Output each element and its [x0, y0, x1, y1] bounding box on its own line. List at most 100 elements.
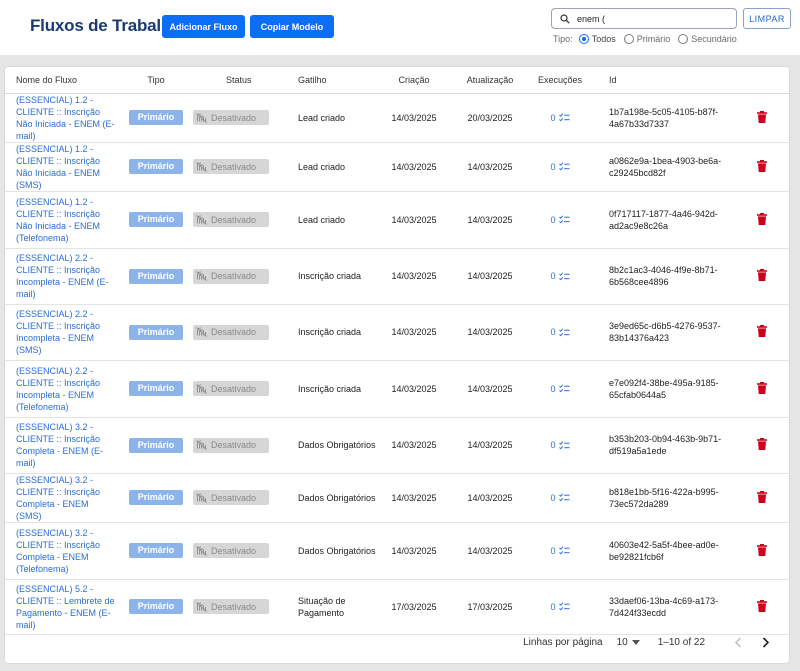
type-badge: Primário — [129, 212, 183, 227]
executions-link[interactable]: 0 — [550, 546, 569, 556]
checklist-icon — [558, 546, 569, 555]
executions-link[interactable]: 0 — [550, 113, 569, 123]
caret-down-icon — [631, 639, 640, 645]
disabled-icon — [196, 601, 207, 612]
table-row[interactable]: (ESSENCIAL) 3.2 - CLIENTE :: Inscrição C… — [5, 417, 789, 474]
id-cell: 8b2c1ac3-4046-4f9e-8b71-6b568cee4896 — [592, 248, 734, 305]
delete-button[interactable] — [756, 110, 767, 125]
executions-link[interactable]: 0 — [550, 440, 569, 450]
flow-name-cell: (ESSENCIAL) 1.2 - CLIENTE :: Inscrição N… — [5, 142, 119, 192]
actions-cell — [734, 417, 789, 474]
id-cell: b818e1bb-5f16-422a-b995-73ec572da289 — [592, 473, 734, 523]
executions-link[interactable]: 0 — [550, 384, 569, 394]
filter-option-primario[interactable]: Primário — [623, 34, 671, 44]
executions-cell: 0 — [528, 360, 592, 418]
rows-per-page-select[interactable]: 10 — [617, 637, 640, 648]
executions-link[interactable]: 0 — [550, 215, 569, 225]
trigger-cell: Lead criado — [292, 191, 376, 249]
actions-cell — [734, 360, 789, 418]
column-header-updated[interactable]: Atualização — [452, 67, 528, 94]
executions-link[interactable]: 0 — [550, 327, 569, 337]
radio-selected-icon[interactable] — [578, 34, 589, 44]
delete-button[interactable] — [756, 212, 767, 227]
column-header-trigger[interactable]: Gatilho — [292, 67, 376, 94]
flow-name-link[interactable]: (ESSENCIAL) 2.2 - CLIENTE :: Inscrição I… — [16, 365, 116, 413]
delete-button[interactable] — [756, 159, 767, 174]
page-header: Fluxos de Trabalho Adicionar Fluxo Copia… — [0, 0, 800, 55]
delete-button[interactable] — [756, 599, 767, 614]
column-header-created[interactable]: Criação — [376, 67, 452, 94]
column-header-name[interactable]: Nome do Fluxo — [5, 67, 119, 94]
flow-name-link[interactable]: (ESSENCIAL) 1.2 - CLIENTE :: Inscrição N… — [16, 143, 116, 191]
status-badge: Desativado — [193, 437, 269, 453]
status-label: Desativado — [211, 440, 257, 450]
table-row[interactable]: (ESSENCIAL) 2.2 - CLIENTE :: Inscrição I… — [5, 360, 789, 418]
table-row[interactable]: (ESSENCIAL) 3.2 - CLIENTE :: Inscrição C… — [5, 473, 789, 523]
status-cell: Desativado — [193, 417, 292, 474]
flow-name-link[interactable]: (ESSENCIAL) 3.2 - CLIENTE :: Inscrição C… — [16, 421, 116, 469]
type-badge: Primário — [129, 381, 183, 396]
status-label: Desativado — [211, 383, 257, 394]
flow-name-cell: (ESSENCIAL) 3.2 - CLIENTE :: Inscrição C… — [5, 473, 119, 523]
updated-cell: 14/03/2025 — [452, 360, 528, 418]
filter-option-secundario[interactable]: Secundário — [678, 34, 737, 44]
disabled-icon — [196, 214, 207, 225]
type-cell: Primário — [119, 93, 193, 143]
search-input[interactable] — [577, 13, 727, 24]
table-row[interactable]: (ESSENCIAL) 2.2 - CLIENTE :: Inscrição I… — [5, 248, 789, 305]
flow-name-link[interactable]: (ESSENCIAL) 2.2 - CLIENTE :: Inscrição I… — [16, 308, 116, 356]
clear-button[interactable]: LIMPAR — [743, 8, 791, 29]
actions-cell — [734, 473, 789, 523]
flow-name-link[interactable]: (ESSENCIAL) 1.2 - CLIENTE :: Inscrição N… — [16, 196, 116, 244]
next-page-button[interactable] — [759, 635, 773, 649]
executions-count: 0 — [550, 492, 556, 503]
checklist-icon — [558, 493, 569, 502]
flow-name-link[interactable]: (ESSENCIAL) 1.2 - CLIENTE :: Inscrição N… — [16, 94, 116, 142]
status-cell: Desativado — [193, 304, 292, 361]
flow-name-cell: (ESSENCIAL) 3.2 - CLIENTE :: Inscrição C… — [5, 417, 119, 474]
created-cell: 14/03/2025 — [376, 360, 452, 418]
status-label: Desativado — [211, 492, 257, 503]
table-row[interactable]: (ESSENCIAL) 1.2 - CLIENTE :: Inscrição N… — [5, 191, 789, 249]
previous-page-button[interactable] — [731, 635, 745, 649]
flow-name-link[interactable]: (ESSENCIAL) 3.2 - CLIENTE :: Inscrição C… — [16, 474, 116, 522]
filter-option-todos[interactable]: Todos — [578, 34, 616, 44]
radio-icon[interactable] — [678, 34, 689, 44]
column-header-status[interactable]: Status — [193, 67, 292, 94]
table-row[interactable]: (ESSENCIAL) 1.2 - CLIENTE :: Inscrição N… — [5, 93, 789, 143]
table-row[interactable]: (ESSENCIAL) 3.2 - CLIENTE :: Inscrição C… — [5, 522, 789, 580]
status-label: Desativado — [211, 545, 257, 556]
table-row[interactable]: (ESSENCIAL) 1.2 - CLIENTE :: Inscrição N… — [5, 142, 789, 192]
executions-cell: 0 — [528, 191, 592, 249]
executions-link[interactable]: 0 — [550, 162, 569, 172]
executions-count: 0 — [550, 327, 556, 337]
executions-link[interactable]: 0 — [550, 602, 569, 612]
status-label: Desativado — [211, 601, 257, 612]
add-flow-button[interactable]: Adicionar Fluxo — [162, 15, 245, 38]
search-box[interactable] — [551, 8, 737, 29]
flow-name-link[interactable]: (ESSENCIAL) 2.2 - CLIENTE :: Inscrição I… — [16, 252, 116, 300]
delete-button[interactable] — [756, 269, 767, 283]
radio-icon[interactable] — [623, 34, 634, 44]
delete-button[interactable] — [756, 438, 767, 452]
flow-name-link[interactable]: (ESSENCIAL) 3.2 - CLIENTE :: Inscrição C… — [16, 527, 116, 575]
delete-button[interactable] — [756, 543, 767, 558]
delete-button[interactable] — [756, 325, 767, 339]
flow-name-cell: (ESSENCIAL) 2.2 - CLIENTE :: Inscrição I… — [5, 304, 119, 361]
executions-link[interactable]: 0 — [550, 271, 569, 281]
column-header-actions — [734, 67, 789, 94]
column-header-executions[interactable]: Execuções — [528, 67, 592, 94]
column-header-id[interactable]: Id — [592, 67, 734, 94]
page-range: 1–10 of 22 — [657, 636, 705, 648]
type-badge: Primário — [129, 324, 183, 340]
column-header-type[interactable]: Tipo — [119, 67, 193, 94]
type-badge: Primário — [129, 437, 183, 453]
executions-link[interactable]: 0 — [550, 493, 569, 503]
copy-template-button[interactable]: Copiar Modelo — [250, 15, 334, 38]
delete-button[interactable] — [756, 381, 767, 396]
checklist-icon — [558, 113, 569, 122]
table-row[interactable]: (ESSENCIAL) 2.2 - CLIENTE :: Inscrição I… — [5, 304, 789, 361]
trigger-cell: Dados Obrigatórios — [292, 473, 376, 523]
delete-button[interactable] — [756, 490, 767, 505]
filter-option-label: Primário — [636, 34, 671, 44]
